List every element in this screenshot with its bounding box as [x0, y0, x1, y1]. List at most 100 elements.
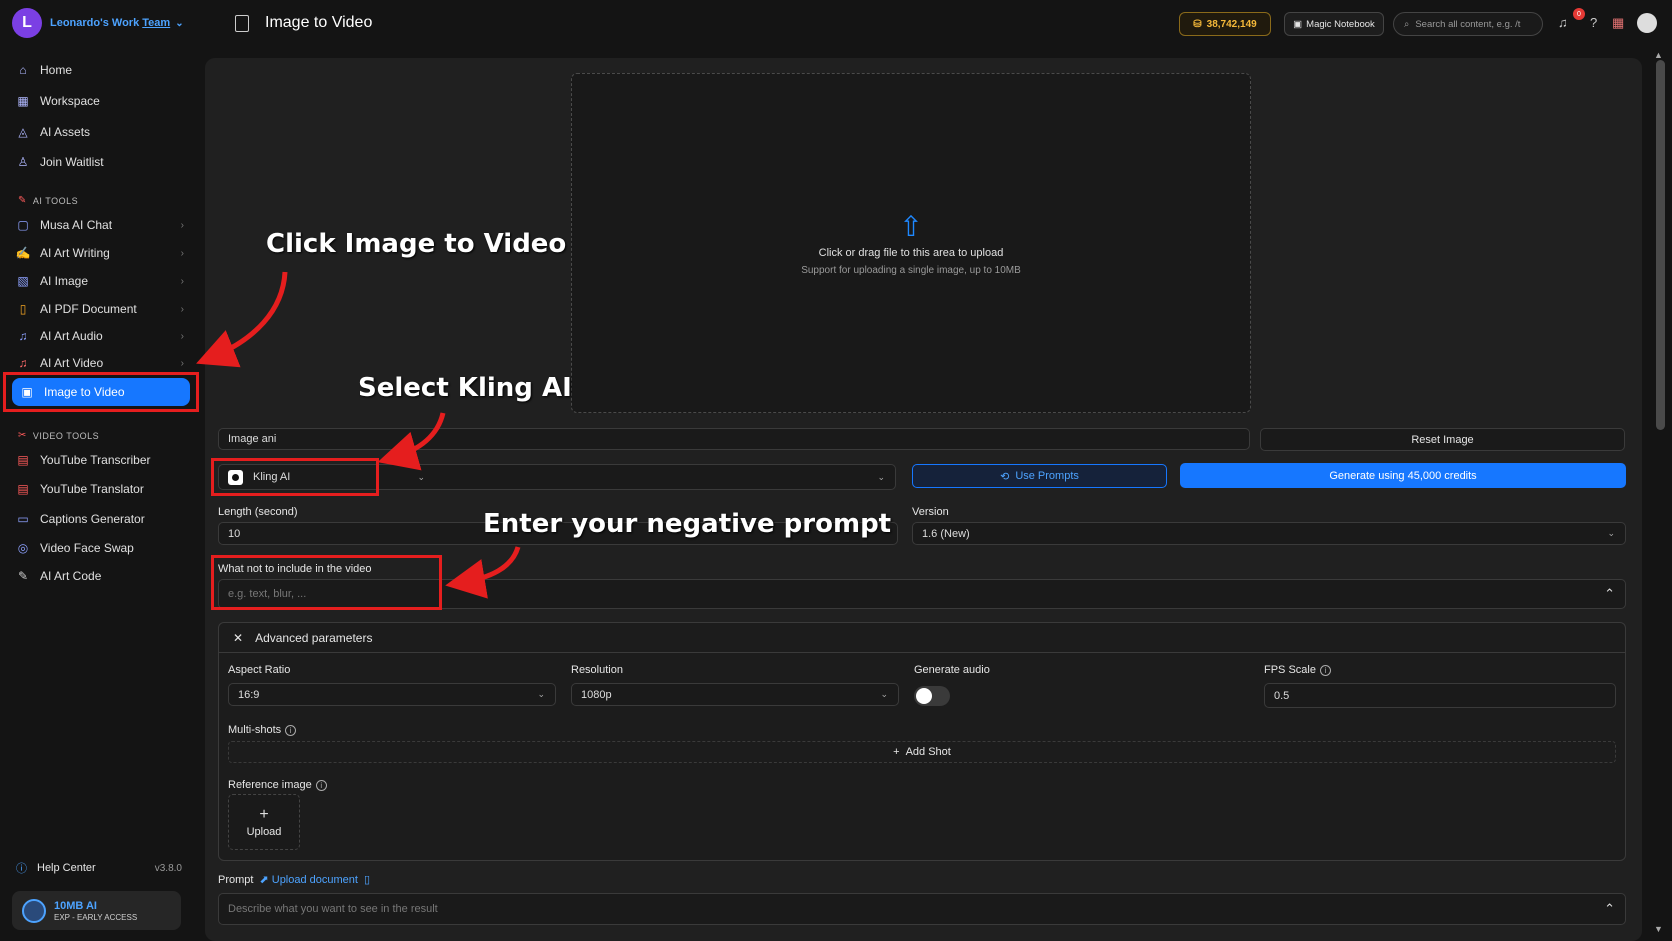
- sidebar-item-ai-art-video[interactable]: ♫ AI Art Video ›: [16, 352, 185, 374]
- sidebar-item-join-waitlist[interactable]: ♙ Join Waitlist: [16, 151, 184, 173]
- writing-icon: ✍: [15, 246, 31, 260]
- image-name-input[interactable]: Image ani: [218, 428, 1250, 450]
- help-center-link[interactable]: ⓘ Help Center v3.8.0: [16, 860, 182, 876]
- generate-button[interactable]: Generate using 45,000 credits: [1180, 463, 1626, 488]
- sidebar-item-ai-pdf-document[interactable]: ▯ AI PDF Document ›: [16, 298, 184, 320]
- assets-icon: ◬: [18, 125, 28, 139]
- annotation-click-image-to-video: Click Image to Video: [266, 229, 567, 259]
- home-icon: ⌂: [19, 63, 27, 77]
- aspect-ratio-value: 16:9: [238, 688, 260, 701]
- sidebar-item-musa-ai-chat[interactable]: ▢ Musa AI Chat ›: [16, 214, 184, 236]
- aspect-ratio-label: Aspect Ratio: [228, 664, 291, 676]
- help-icon: ⓘ: [16, 863, 27, 875]
- advanced-title: Advanced parameters: [255, 630, 373, 645]
- team-name: Leonardo's Work Team ⌄: [50, 17, 184, 29]
- sidebar-item-ai-assets[interactable]: ◬ AI Assets: [16, 121, 184, 143]
- upload-hint: Support for uploading a single image, up…: [801, 265, 1021, 276]
- prompt-label: Prompt: [218, 873, 254, 886]
- youtube-translate-icon: ▤: [17, 482, 29, 496]
- chevron-down-icon: ⌄: [880, 689, 888, 699]
- upload-label: Upload: [246, 826, 282, 838]
- sidebar: L Leonardo's Work Team ⌄ ⌂ Home ▦ Worksp…: [0, 0, 195, 941]
- plus-icon: +: [259, 806, 269, 823]
- version-value: 1.6 (New): [922, 527, 970, 540]
- sidebar-item-ai-art-writing[interactable]: ✍ AI Art Writing ›: [16, 242, 184, 264]
- scroll-down-arrow[interactable]: ▼: [1654, 924, 1663, 934]
- sidebar-item-youtube-translator[interactable]: ▤ YouTube Translator: [16, 478, 184, 500]
- workspace-icon: ▦: [17, 94, 29, 108]
- sidebar-item-video-face-swap[interactable]: ◎ Video Face Swap: [16, 537, 184, 559]
- youtube-icon: ▤: [17, 453, 29, 467]
- highlight-image-to-video: [3, 372, 199, 412]
- version-select[interactable]: 1.6 (New) ⌄: [912, 522, 1626, 545]
- info-icon[interactable]: i: [285, 724, 297, 736]
- upload-document-link[interactable]: ⬈ Upload document: [259, 873, 358, 886]
- sidebar-item-ai-image[interactable]: ▧ AI Image ›: [16, 270, 184, 292]
- code-icon: ✎: [17, 569, 29, 583]
- image-icon: ▧: [17, 274, 29, 288]
- section-ai-tools: ✎ AI TOOLS: [18, 195, 79, 206]
- credits-badge[interactable]: ⛁ 38,742,149: [1179, 12, 1271, 36]
- add-shot-button[interactable]: + Add Shot: [228, 741, 1616, 763]
- close-icon[interactable]: ✕: [233, 631, 243, 645]
- coins-icon: ⛁: [1193, 18, 1202, 30]
- face-swap-icon: ◎: [17, 541, 29, 555]
- search-input[interactable]: ⌕ Search all content, e.g. /t: [1393, 12, 1543, 36]
- sidebar-item-home[interactable]: ⌂ Home: [16, 59, 184, 81]
- sidebar-item-ai-art-audio[interactable]: ♫ AI Art Audio ›: [16, 325, 185, 347]
- info-icon[interactable]: i: [1319, 664, 1331, 676]
- magic-notebook-button[interactable]: ▣ Magic Notebook: [1284, 12, 1384, 36]
- notification-icon[interactable]: ♫: [1558, 15, 1568, 30]
- profile-card[interactable]: 10MB AI EXP - EARLY ACCESS: [12, 891, 181, 930]
- scroll-up-arrow[interactable]: ▲: [1654, 50, 1663, 60]
- info-icon[interactable]: i: [315, 779, 327, 791]
- collapse-icon[interactable]: ⌃: [1604, 586, 1615, 602]
- generate-audio-label: Generate audio: [914, 664, 990, 676]
- pdf-icon: ▯: [19, 302, 27, 316]
- prompt-input[interactable]: Describe what you want to see in the res…: [218, 893, 1626, 925]
- highlight-kling-ai: [211, 458, 379, 496]
- cloud-upload-icon: ⇧: [899, 211, 923, 242]
- pen-icon: ✎: [18, 195, 27, 206]
- multi-shots-label: Multi-shots: [228, 724, 282, 736]
- advanced-parameters-header[interactable]: ✕ Advanced parameters: [219, 623, 1625, 653]
- chevron-down-icon: ⌄: [877, 471, 885, 482]
- chevron-down-icon: ⌄: [537, 689, 545, 699]
- scrollbar-thumb[interactable]: [1656, 60, 1665, 430]
- chevron-down-icon: ⌄: [1607, 528, 1615, 538]
- video-tools-icon: ✂: [18, 430, 27, 441]
- generate-audio-toggle[interactable]: [914, 686, 950, 706]
- team-switcher[interactable]: L Leonardo's Work Team ⌄: [12, 8, 184, 38]
- user-avatar[interactable]: [1637, 13, 1657, 33]
- annotation-negative-prompt: Enter your negative prompt: [483, 509, 892, 539]
- team-avatar: L: [12, 8, 42, 38]
- chevron-right-icon: ›: [180, 303, 184, 315]
- resolution-select[interactable]: 1080p ⌄: [571, 683, 899, 706]
- sidebar-item-captions-generator[interactable]: ▭ Captions Generator: [16, 508, 184, 530]
- profile-avatar: [22, 898, 46, 923]
- version-label: v3.8.0: [154, 862, 182, 874]
- reference-upload-button[interactable]: + Upload: [228, 794, 300, 850]
- resolution-label: Resolution: [571, 664, 623, 676]
- use-prompts-button[interactable]: ⟲ Use Prompts: [912, 464, 1167, 488]
- chevron-right-icon: ›: [180, 275, 184, 287]
- reset-image-button[interactable]: Reset Image: [1260, 428, 1625, 451]
- document-icon[interactable]: ▯: [364, 873, 370, 886]
- aspect-ratio-select[interactable]: 16:9 ⌄: [228, 683, 556, 706]
- collapse-icon[interactable]: ⌃: [1604, 901, 1615, 917]
- fps-scale-input[interactable]: 0.5: [1264, 683, 1616, 708]
- page-title: Image to Video: [235, 14, 372, 32]
- help-circle-icon[interactable]: ?: [1590, 15, 1597, 30]
- notification-badge: 0: [1573, 8, 1585, 20]
- version-label: Version: [912, 506, 949, 518]
- prompt-placeholder: Describe what you want to see in the res…: [228, 903, 438, 915]
- fps-scale-label: FPS Scale: [1264, 664, 1316, 676]
- chevron-right-icon: ›: [180, 330, 184, 342]
- notebook-icon: ▣: [1293, 18, 1303, 30]
- length-label: Length (second): [218, 506, 298, 518]
- sidebar-item-youtube-transcriber[interactable]: ▤ YouTube Transcriber: [16, 449, 184, 471]
- upload-dropzone[interactable]: ⇧ Click or drag file to this area to upl…: [571, 73, 1251, 413]
- sidebar-item-workspace[interactable]: ▦ Workspace: [16, 90, 184, 112]
- sidebar-item-ai-art-code[interactable]: ✎ AI Art Code: [16, 565, 184, 587]
- app-grid-icon[interactable]: ▦: [1612, 15, 1624, 31]
